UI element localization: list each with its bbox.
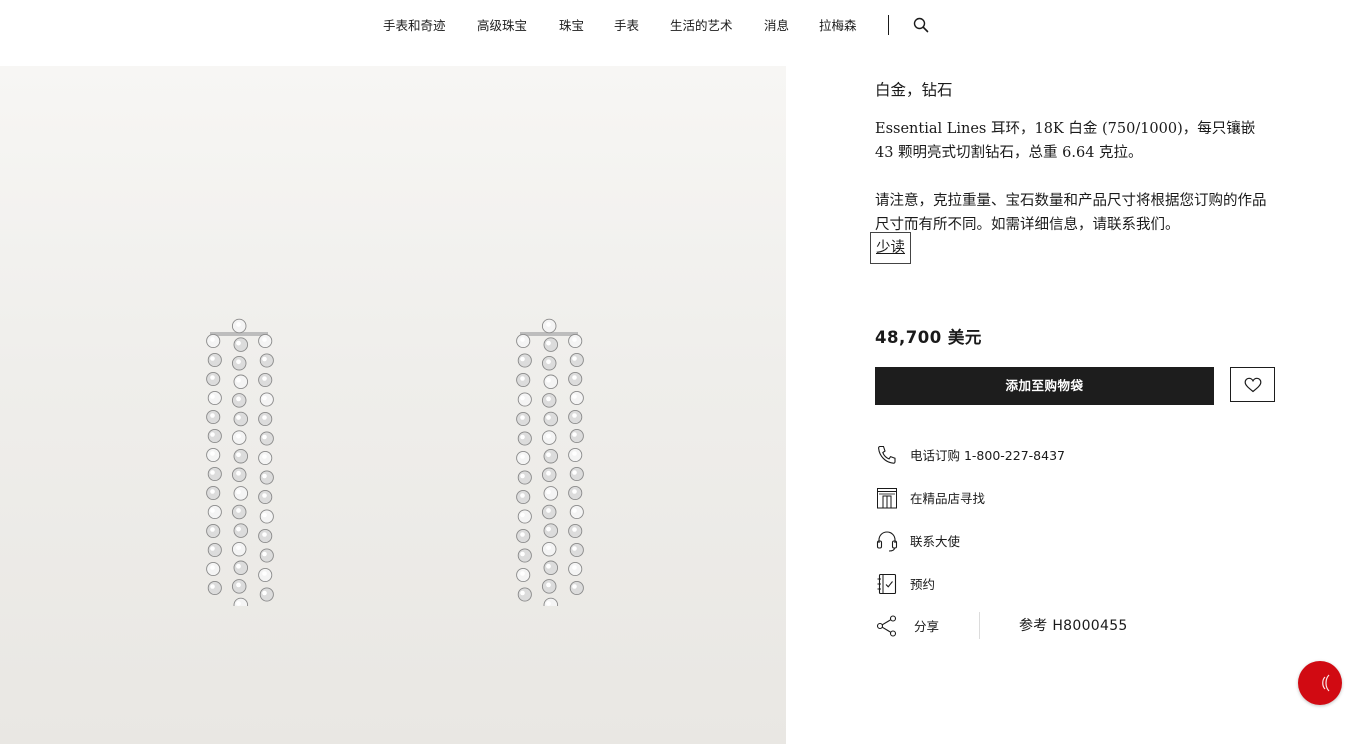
nav-item-watches-wonders[interactable]: 手表和奇迹: [383, 17, 446, 35]
share-divider: [979, 612, 980, 639]
nav-item-news[interactable]: 消息: [764, 17, 789, 35]
product-subtitle: 白金，钻石: [875, 81, 953, 99]
boutique-icon: [877, 488, 897, 509]
share-icon: [876, 615, 897, 637]
product-image[interactable]: [0, 66, 786, 744]
chat-icon: [1322, 674, 1330, 692]
nav-divider: [888, 15, 889, 35]
find-boutique-label: 在精品店寻找: [910, 491, 986, 506]
appointment-icon: [877, 573, 897, 595]
share-label: 分享: [914, 619, 940, 634]
product-price: 48,700 美元: [875, 328, 982, 347]
nav-item-high-jewelry[interactable]: 高级珠宝: [477, 17, 527, 35]
phone-order-label: 电话订购 1-800-227-8437: [910, 448, 1065, 463]
nav-item-maison[interactable]: 拉梅森: [819, 17, 857, 35]
chat-button[interactable]: [1298, 661, 1342, 705]
earring-right-image: [516, 318, 584, 606]
product-description: Essential Lines 耳环，18K 白金 (750/1000)，每只镶…: [875, 121, 1256, 161]
contact-ambassador-label: 联系大使: [910, 534, 961, 549]
nav-item-watches[interactable]: 手表: [614, 17, 639, 35]
earring-left-image: [206, 318, 274, 606]
nav-item-art-of-living[interactable]: 生活的艺术: [670, 17, 733, 35]
appointment-label: 预约: [910, 577, 936, 592]
search-icon[interactable]: [912, 16, 930, 34]
read-less-link[interactable]: 少读: [870, 232, 911, 264]
nav-menu: 手表和奇迹 高级珠宝 珠宝 手表 生活的艺术 消息 拉梅森: [0, 17, 1350, 35]
heart-icon: [1244, 377, 1262, 393]
top-navigation: 手表和奇迹 高级珠宝 珠宝 手表 生活的艺术 消息 拉梅森: [0, 0, 1350, 50]
product-reference: 参考 H8000455: [1019, 618, 1128, 634]
phone-icon: [878, 445, 896, 464]
nav-item-jewelry[interactable]: 珠宝: [559, 17, 584, 35]
product-note: 请注意，克拉重量、宝石数量和产品尺寸将根据您订购的作品尺寸而有所不同。如需详细信…: [875, 193, 1267, 233]
wishlist-button[interactable]: [1230, 367, 1275, 402]
headset-icon: [876, 531, 898, 552]
add-to-bag-button[interactable]: 添加至购物袋: [875, 367, 1214, 405]
